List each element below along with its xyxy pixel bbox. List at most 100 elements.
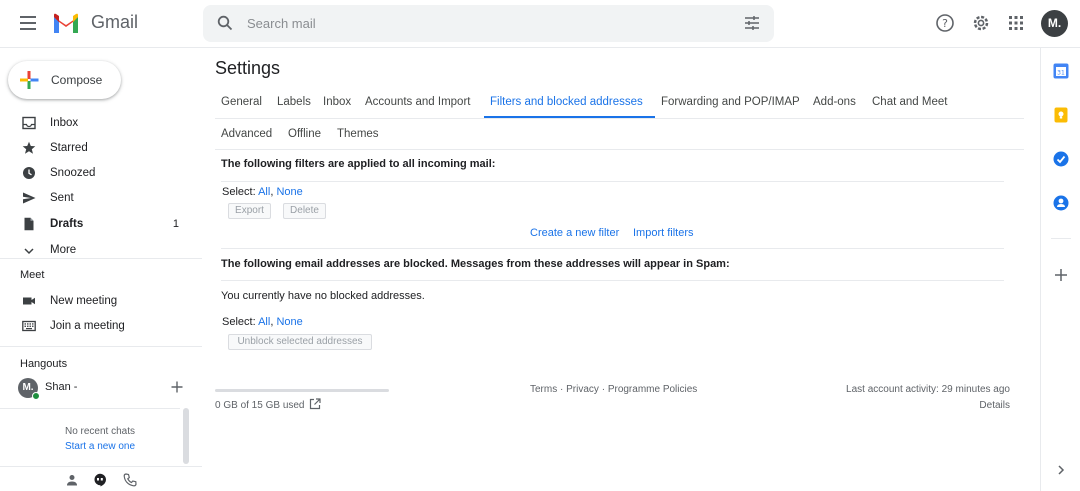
hamburger-menu-icon[interactable] [20, 16, 36, 30]
tab-inbox[interactable]: Inbox [323, 96, 351, 108]
blocked-heading: The following email addresses are blocke… [221, 258, 730, 270]
calendar-icon[interactable]: 31 [1052, 62, 1070, 80]
sidebar-item-count: 1 [172, 218, 179, 230]
tabs-divider [215, 118, 1024, 119]
sidebar-item-label: Join a meeting [50, 320, 125, 332]
tasks-icon[interactable] [1052, 150, 1070, 168]
tabs-divider [215, 149, 1024, 150]
footer-dot: · [598, 384, 608, 395]
tab-chat-meet[interactable]: Chat and Meet [872, 96, 947, 108]
add-chat-icon[interactable] [171, 381, 183, 393]
keyboard-icon [22, 320, 36, 332]
search-input[interactable] [247, 5, 727, 42]
svg-text:31: 31 [1057, 70, 1065, 77]
top-header: Gmail ? M. [0, 0, 1080, 48]
sidebar-item-starred[interactable]: Starred [0, 138, 202, 160]
hangout-user-name: Shan - [45, 381, 78, 393]
import-filters-link[interactable]: Import filters [633, 227, 694, 239]
no-chats-text: No recent chats [64, 426, 136, 437]
policies-link[interactable]: Programme Policies [608, 384, 697, 395]
select-all-link[interactable]: All [258, 316, 270, 328]
gear-icon[interactable] [970, 12, 992, 34]
filters-heading: The following filters are applied to all… [221, 158, 496, 170]
sidebar-item-new-meeting[interactable]: New meeting [0, 291, 202, 313]
hangouts-section-title: Hangouts [20, 358, 68, 370]
help-icon[interactable]: ? [934, 12, 956, 34]
tab-themes[interactable]: Themes [337, 128, 379, 140]
unblock-selected-button[interactable]: Unblock selected addresses [228, 334, 372, 350]
hangouts-chat-icon[interactable] [93, 473, 107, 487]
keep-icon[interactable] [1052, 106, 1070, 124]
footer-dot: · [557, 384, 567, 395]
start-new-chat-link[interactable]: Start a new one [40, 439, 160, 454]
sidebar-item-label: New meeting [50, 295, 118, 307]
meet-section-title: Meet [20, 269, 45, 281]
settings-tabs-row-2: Advanced Offline Themes [215, 120, 1025, 150]
section-divider [221, 181, 1004, 182]
sidebar-item-sent[interactable]: Sent [0, 188, 202, 210]
no-recent-chats: No recent chats Start a new one [40, 424, 160, 454]
select-all-link[interactable]: All [258, 186, 270, 198]
footer-links: Terms · Privacy · Programme Policies [530, 384, 697, 395]
sidebar-item-label: Sent [50, 192, 74, 204]
last-activity-text: Last account activity: 29 minutes ago [846, 384, 1010, 395]
sidebar-item-join-meeting[interactable]: Join a meeting [0, 316, 202, 338]
details-link[interactable]: Details [979, 400, 1010, 411]
svg-text:?: ? [942, 17, 948, 30]
sidebar-divider [0, 408, 180, 409]
tune-icon[interactable] [744, 15, 760, 31]
privacy-link[interactable]: Privacy [566, 384, 599, 395]
tab-filters-blocked[interactable]: Filters and blocked addresses [490, 96, 643, 108]
draft-file-icon [24, 217, 34, 231]
select-none-link[interactable]: None [276, 316, 302, 328]
person-icon[interactable] [65, 473, 79, 487]
gmail-logo-icon[interactable] [52, 11, 80, 35]
hangouts-bottom-bar [0, 466, 202, 491]
compose-button[interactable]: Compose [8, 61, 121, 99]
contacts-icon[interactable] [1052, 194, 1070, 212]
section-divider [221, 248, 1004, 249]
add-icon[interactable] [1052, 266, 1070, 284]
tab-add-ons[interactable]: Add-ons [813, 96, 856, 108]
expand-icon[interactable] [1052, 461, 1070, 479]
tab-general[interactable]: General [221, 96, 262, 108]
rail-divider [1051, 238, 1071, 239]
settings-tabs-row-1: General Labels Inbox Accounts and Import… [215, 88, 1025, 118]
phone-icon[interactable] [123, 473, 137, 487]
tab-labels[interactable]: Labels [277, 96, 311, 108]
chevron-down-icon [24, 248, 34, 255]
side-panel-rail: 31 [1040, 48, 1080, 491]
apps-grid-icon[interactable] [1005, 12, 1027, 34]
create-filter-link[interactable]: Create a new filter [530, 227, 619, 239]
sidebar-divider [0, 346, 202, 347]
search-icon[interactable] [217, 15, 233, 31]
clock-icon [23, 167, 35, 179]
sidebar-item-drafts[interactable]: Drafts 1 [0, 214, 202, 236]
tab-offline[interactable]: Offline [288, 128, 321, 140]
sidebar-item-label: Snoozed [50, 167, 96, 179]
sidebar-item-snoozed[interactable]: Snoozed [0, 163, 202, 185]
hangout-user-item[interactable]: M. Shan - [18, 378, 188, 400]
compose-label: Compose [51, 73, 103, 87]
tab-advanced[interactable]: Advanced [221, 128, 272, 140]
brand-name: Gmail [91, 12, 139, 32]
sidebar-item-inbox[interactable]: Inbox [0, 113, 202, 135]
sidebar-item-label: Inbox [50, 117, 79, 129]
account-avatar[interactable]: M. [1041, 10, 1068, 37]
select-prefix: Select: [222, 186, 259, 198]
delete-button[interactable]: Delete [283, 203, 326, 219]
tab-forwarding-pop-imap[interactable]: Forwarding and POP/IMAP [661, 96, 800, 108]
inbox-icon [22, 116, 36, 130]
search-bar[interactable] [203, 5, 774, 42]
terms-link[interactable]: Terms [530, 384, 557, 395]
sidebar-divider [0, 258, 202, 259]
storage-progress-bar [215, 389, 389, 392]
compose-plus-icon [20, 71, 39, 89]
chat-scrollbar[interactable] [183, 408, 189, 464]
open-external-icon[interactable] [309, 398, 321, 410]
export-button[interactable]: Export [228, 203, 271, 219]
online-status-dot [32, 392, 40, 400]
tab-accounts-import[interactable]: Accounts and Import [365, 96, 470, 108]
select-none-link[interactable]: None [276, 186, 302, 198]
filters-select-row: Select: All, None [222, 186, 303, 198]
